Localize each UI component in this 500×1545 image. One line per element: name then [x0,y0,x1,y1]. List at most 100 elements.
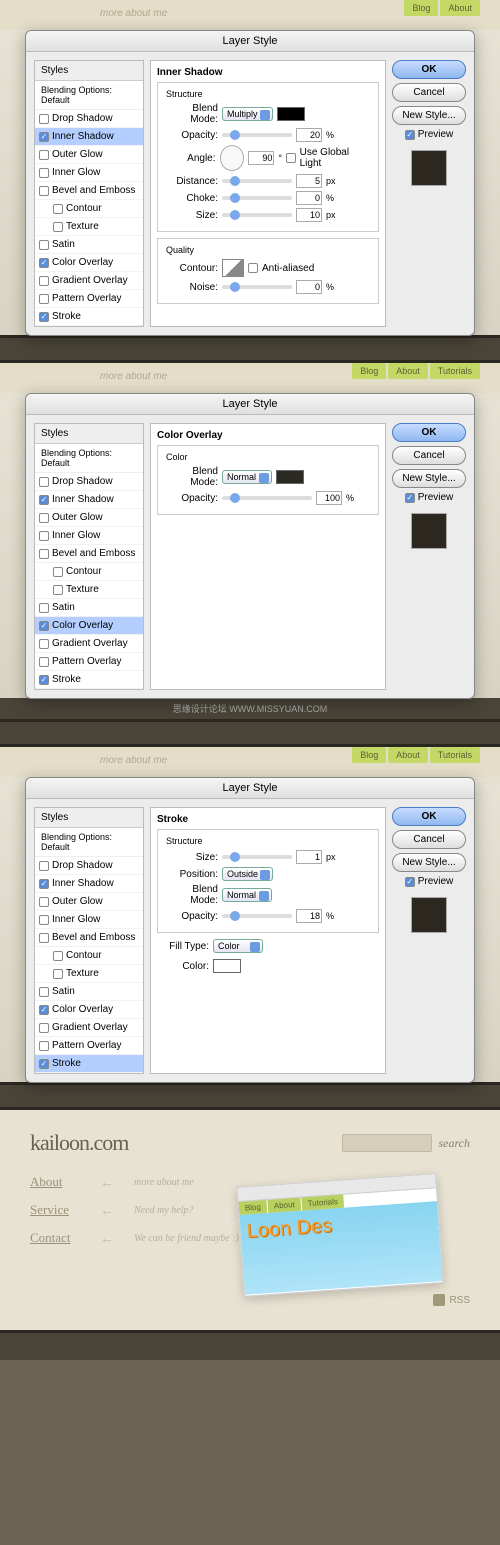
style-inner-glow[interactable]: Inner Glow [35,164,143,182]
style-inner-glow[interactable]: Inner Glow [35,911,143,929]
style-outer-glow[interactable]: Outer Glow [35,509,143,527]
style-drop-shadow[interactable]: Drop Shadow [35,473,143,491]
choke-input[interactable] [296,191,322,205]
style-drop-shadow[interactable]: Drop Shadow [35,857,143,875]
ok-button[interactable]: OK [392,423,466,442]
opacity-slider[interactable] [222,133,292,137]
global-light-check[interactable] [286,153,296,163]
style-gradient-overlay[interactable]: Gradient Overlay [35,635,143,653]
size-input[interactable] [296,208,322,222]
preview-check[interactable] [405,130,415,140]
new-style-button[interactable]: New Style... [392,469,466,488]
style-contour[interactable]: Contour [35,563,143,581]
style-outer-glow[interactable]: Outer Glow [35,146,143,164]
style-satin[interactable]: Satin [35,983,143,1001]
size-input[interactable] [296,850,322,864]
style-inner-shadow[interactable]: Inner Shadow [35,875,143,893]
style-satin[interactable]: Satin [35,599,143,617]
angle-dial[interactable] [220,145,245,171]
style-pattern-overlay[interactable]: Pattern Overlay [35,653,143,671]
color-swatch[interactable] [277,107,305,121]
nav-pill-blog[interactable]: Blog [352,363,386,379]
style-bevel-emboss[interactable]: Bevel and Emboss [35,545,143,563]
style-drop-shadow[interactable]: Drop Shadow [35,110,143,128]
style-stroke[interactable]: Stroke [35,1055,143,1073]
style-inner-shadow[interactable]: Inner Shadow [35,128,143,146]
opacity-input[interactable] [316,491,342,505]
nav-pill-blog[interactable]: Blog [352,747,386,763]
color-swatch[interactable] [276,470,304,484]
opacity-slider[interactable] [222,496,312,500]
filltype-select[interactable]: Color [213,939,263,953]
noise-input[interactable] [296,280,322,294]
size-slider[interactable] [222,855,292,859]
style-stroke[interactable]: Stroke [35,308,143,326]
contour-picker[interactable] [222,259,244,277]
style-stroke[interactable]: Stroke [35,671,143,689]
choke-slider[interactable] [222,196,292,200]
rss-link[interactable]: RSS [433,1294,470,1306]
new-style-button[interactable]: New Style... [392,853,466,872]
ok-button[interactable]: OK [392,807,466,826]
blending-options[interactable]: Blending Options: Default [35,81,143,110]
style-color-overlay[interactable]: Color Overlay [35,617,143,635]
blend-mode-select[interactable]: Normal [222,888,272,902]
nav-pill-tutorials[interactable]: Tutorials [430,363,480,379]
style-bevel-emboss[interactable]: Bevel and Emboss [35,182,143,200]
distance-slider[interactable] [222,179,292,183]
style-outer-glow[interactable]: Outer Glow [35,893,143,911]
angle-input[interactable] [248,151,274,165]
styles-header[interactable]: Styles [35,424,143,444]
nav-pill-blog[interactable]: Blog [404,0,438,16]
style-pattern-overlay[interactable]: Pattern Overlay [35,1037,143,1055]
opacity-input[interactable] [296,909,322,923]
size-slider[interactable] [222,213,292,217]
watermark-text: 思缘设计论坛 WWW.MISSYUAN.COM [0,698,500,719]
style-inner-glow[interactable]: Inner Glow [35,527,143,545]
ok-button[interactable]: OK [392,60,466,79]
background-header: more about me Blog About Tutorials [0,363,500,393]
cancel-button[interactable]: Cancel [392,446,466,465]
distance-input[interactable] [296,174,322,188]
blend-mode-select[interactable]: Multiply [222,107,273,121]
cancel-button[interactable]: Cancel [392,83,466,102]
cancel-button[interactable]: Cancel [392,830,466,849]
style-texture[interactable]: Texture [35,965,143,983]
opacity-input[interactable] [296,128,322,142]
blending-options[interactable]: Blending Options: Default [35,444,143,473]
search-label: search [438,1136,470,1151]
blend-mode-select[interactable]: Normal [222,470,272,484]
style-gradient-overlay[interactable]: Gradient Overlay [35,1019,143,1037]
style-inner-shadow[interactable]: Inner Shadow [35,491,143,509]
style-color-overlay[interactable]: Color Overlay [35,1001,143,1019]
position-select[interactable]: Outside [222,867,273,881]
color-swatch[interactable] [213,959,241,973]
blending-options[interactable]: Blending Options: Default [35,828,143,857]
nav-pill-about[interactable]: About [388,747,428,763]
styles-header[interactable]: Styles [35,61,143,81]
opacity-label: Opacity: [166,130,218,141]
dialog-buttons: OK Cancel New Style... Preview [392,807,466,1074]
styles-header[interactable]: Styles [35,808,143,828]
preview-label: Preview [418,876,454,887]
nav-pill-tutorials[interactable]: Tutorials [430,747,480,763]
noise-slider[interactable] [222,285,292,289]
style-pattern-overlay[interactable]: Pattern Overlay [35,290,143,308]
style-satin[interactable]: Satin [35,236,143,254]
preview-check[interactable] [405,493,415,503]
preview-check[interactable] [405,877,415,887]
opacity-slider[interactable] [222,914,292,918]
style-contour[interactable]: Contour [35,200,143,218]
nav-pill-about[interactable]: About [388,363,428,379]
style-texture[interactable]: Texture [35,218,143,236]
nav-pill-about[interactable]: About [440,0,480,16]
style-texture[interactable]: Texture [35,581,143,599]
style-gradient-overlay[interactable]: Gradient Overlay [35,272,143,290]
antialiased-check[interactable] [248,263,258,273]
new-style-button[interactable]: New Style... [392,106,466,125]
style-color-overlay[interactable]: Color Overlay [35,254,143,272]
style-contour[interactable]: Contour [35,947,143,965]
search-input[interactable] [342,1134,432,1152]
size-label: Size: [166,852,218,863]
style-bevel-emboss[interactable]: Bevel and Emboss [35,929,143,947]
